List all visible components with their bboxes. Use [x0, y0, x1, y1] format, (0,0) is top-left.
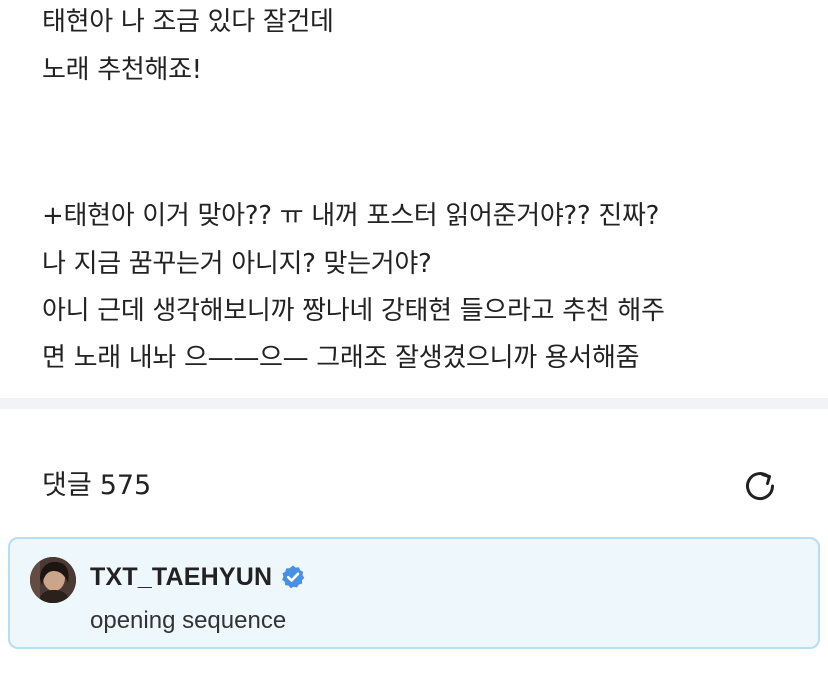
post-text-line: 면 노래 내놔 으——으— 그래조 잘생겼으니까 용서해줌	[42, 343, 640, 373]
refresh-button[interactable]	[739, 465, 781, 507]
comment-text: opening sequence	[90, 607, 287, 634]
comments-label-text: 댓글	[42, 470, 92, 501]
comments-count: 575	[99, 470, 152, 501]
post-text-line: +태현아 이거 맞아?? ㅠ 내꺼 포스터 읽어준거야?? 진짜?	[42, 201, 660, 231]
post-text-line: 노래 추천해죠!	[42, 55, 202, 85]
comment-author-name[interactable]: TXT_TAEHYUN	[90, 563, 272, 592]
comment-author-row: TXT_TAEHYUN	[90, 561, 306, 593]
comments-count-label: 댓글 575	[42, 469, 151, 503]
section-divider	[0, 398, 828, 409]
avatar[interactable]	[30, 557, 76, 603]
post-body: 태현아 나 조금 있다 잘건데 노래 추천해죠! +태현아 이거 맞아?? ㅠ …	[0, 0, 828, 398]
verified-badge-icon	[282, 565, 305, 589]
post-text-line: 나 지금 꿈꾸는거 아니지? 맞는거야?	[42, 249, 432, 279]
comments-header: 댓글 575	[0, 409, 828, 535]
artist-comment-card[interactable]: TXT_TAEHYUN opening sequence	[8, 537, 820, 649]
post-text-line: 태현아 나 조금 있다 잘건데	[42, 7, 334, 37]
refresh-icon	[746, 472, 775, 501]
post-screen: 태현아 나 조금 있다 잘건데 노래 추천해죠! +태현아 이거 맞아?? ㅠ …	[0, 0, 828, 676]
post-text-line: 아니 근데 생각해보니까 짱나네 강태현 들으라고 추천 해주	[42, 296, 665, 326]
